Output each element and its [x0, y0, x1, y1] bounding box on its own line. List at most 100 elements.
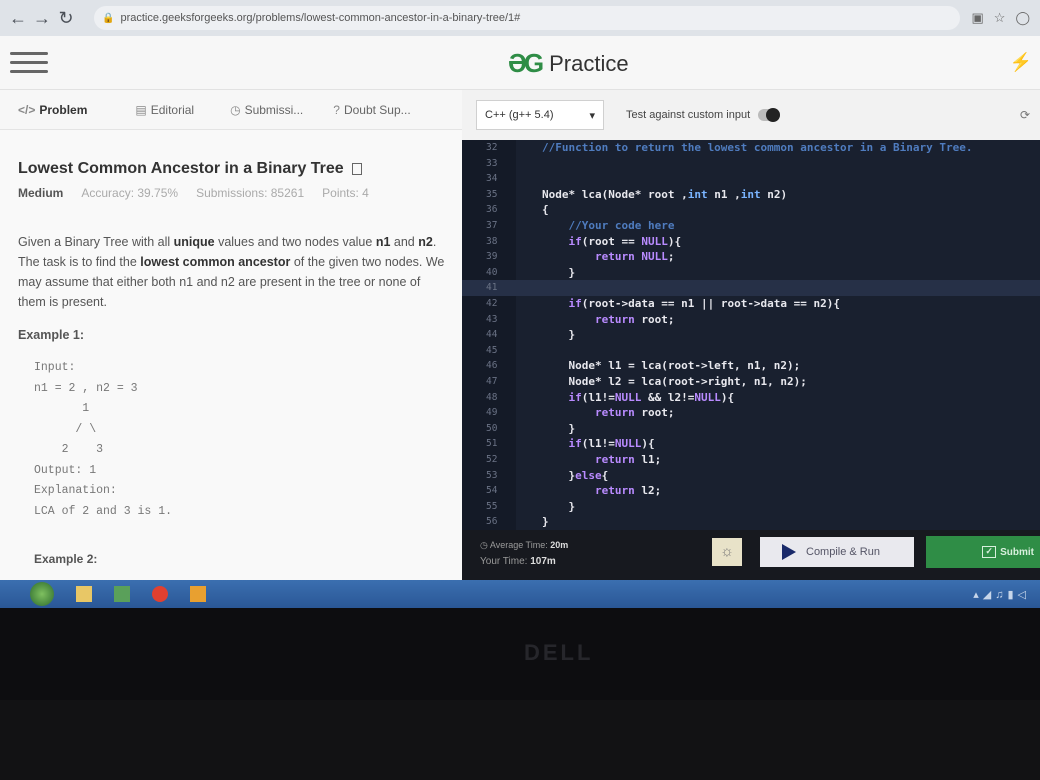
- language-select[interactable]: C++ (g++ 5.4) ▾: [476, 100, 604, 130]
- example-2-title: Example 2:: [34, 552, 98, 566]
- desc-bold: n1: [375, 235, 391, 249]
- code-line[interactable]: 40 }: [462, 265, 1040, 281]
- problem-meta: Medium Accuracy: 39.75% Submissions: 852…: [18, 186, 446, 200]
- desc-bold: n2: [418, 235, 433, 249]
- line-number: 48: [486, 391, 498, 403]
- code-text: }: [542, 515, 549, 529]
- line-number: 37: [486, 220, 498, 231]
- code-line[interactable]: 44 }: [462, 327, 1040, 343]
- system-tray-icons[interactable]: ▴◢♫▮◁: [973, 588, 1030, 601]
- help-icon: ?: [333, 102, 340, 117]
- menu-icon[interactable]: [10, 46, 48, 79]
- profile-icon[interactable]: ◯: [1015, 10, 1030, 26]
- settings-icon[interactable]: ⟳: [1020, 108, 1030, 122]
- code-line[interactable]: 55 }: [462, 499, 1040, 515]
- compile-run-button[interactable]: Compile & Run: [760, 537, 914, 567]
- code-line[interactable]: 39 return NULL;: [462, 249, 1040, 265]
- line-number: 42: [486, 298, 498, 309]
- theme-toggle-button[interactable]: ☼: [712, 538, 742, 566]
- points: Points: 4: [322, 186, 369, 200]
- submissions-count: Submissions: 85261: [196, 186, 305, 200]
- code-line[interactable]: 34: [462, 171, 1040, 187]
- code-line[interactable]: 37 //Your code here: [462, 218, 1040, 234]
- line-number: 32: [486, 142, 498, 153]
- extension-icon[interactable]: ▣: [971, 10, 983, 26]
- line-number: 52: [486, 454, 498, 465]
- back-icon[interactable]: ←: [6, 8, 30, 29]
- tab-label: Submissi...: [244, 102, 304, 117]
- custom-input-toggle[interactable]: [758, 108, 781, 122]
- accuracy: Accuracy: 39.75%: [81, 186, 179, 200]
- code-text: if(root->data == n1 || root->data == n2)…: [568, 297, 841, 310]
- bookmark-star-icon[interactable]: ☆: [994, 10, 1006, 26]
- submit-button[interactable]: ✓ Submit: [926, 536, 1040, 568]
- chevron-down-icon: ▾: [589, 109, 595, 122]
- code-line[interactable]: 43 return root;: [462, 312, 1040, 328]
- code-line[interactable]: 41: [462, 280, 1040, 297]
- your-time: Your Time: 107m: [480, 556, 556, 567]
- tab-label: Doubt Sup...: [343, 102, 411, 117]
- line-number: 46: [486, 360, 498, 372]
- forward-icon[interactable]: →: [30, 8, 54, 29]
- code-text: if(l1!=NULL){: [568, 437, 655, 451]
- avg-value: 20m: [550, 540, 569, 550]
- tab-editorial[interactable]: ▤ Editorial: [135, 103, 194, 117]
- brand[interactable]: ƏG Practice: [508, 48, 629, 79]
- brand-name: Practice: [549, 50, 629, 76]
- tab-problem[interactable]: </> Problem: [18, 103, 87, 117]
- code-line[interactable]: 35 Node* lca(Node* root ,int n1 ,int n2): [462, 187, 1040, 203]
- reload-icon[interactable]: ↻: [54, 8, 78, 29]
- tab-submissions[interactable]: ◷ Submissi...: [230, 103, 303, 117]
- code-icon: </>: [18, 102, 36, 117]
- code-line[interactable]: 46 Node* l1 = lca(root->left, n1, n2);: [462, 358, 1040, 374]
- line-number: 39: [486, 251, 498, 263]
- submit-label: Submit: [1000, 546, 1034, 558]
- code-line[interactable]: 49 return root;: [462, 405, 1040, 421]
- code-editor[interactable]: 32 //Function to return the lowest common…: [462, 140, 1040, 530]
- bookmark-icon[interactable]: [351, 163, 362, 175]
- code-line[interactable]: 33: [462, 156, 1040, 172]
- problem-tabs: </> Problem ▤ Editorial ◷ Submissi... ? Doub…: [0, 90, 462, 130]
- desc-text: and: [390, 235, 419, 249]
- code-line[interactable]: 48 if(l1!=NULL && l2!=NULL){: [462, 390, 1040, 406]
- line-number: 33: [486, 157, 498, 169]
- media-icon[interactable]: [114, 586, 130, 602]
- monitor-logo: DELL: [524, 640, 594, 665]
- code-line[interactable]: 52 return l1;: [462, 452, 1040, 468]
- custom-input-label: Test against custom input: [626, 109, 751, 121]
- language-value: C++ (g++ 5.4): [485, 109, 554, 121]
- code-line[interactable]: 36 {: [462, 202, 1040, 218]
- code-line[interactable]: 50 }: [462, 421, 1040, 437]
- code-line[interactable]: 38 if(root == NULL){: [462, 234, 1040, 250]
- code-line[interactable]: 47 Node* l2 = lca(root->right, n1, n2);: [462, 374, 1040, 390]
- problem-description: Given a Binary Tree with all unique valu…: [18, 232, 446, 312]
- line-number: 41: [486, 282, 498, 294]
- code-text: Node* l2 = lca(root->right, n1, n2);: [542, 375, 807, 388]
- explorer-icon[interactable]: [76, 586, 92, 602]
- difficulty: Medium: [18, 186, 64, 200]
- code-text: }else{: [542, 468, 609, 482]
- chrome-icon[interactable]: [152, 586, 168, 602]
- document-icon: ▤: [135, 102, 147, 117]
- tab-doubt-support[interactable]: ? Doubt Sup...: [333, 103, 410, 117]
- code-line[interactable]: 42 if(root->data == n1 || root->data == …: [462, 296, 1040, 312]
- address-bar[interactable]: 🔒 practice.geeksforgeeks.org/problems/lo…: [94, 6, 960, 30]
- line-number: 47: [486, 376, 498, 387]
- code-line[interactable]: 32 //Function to return the lowest common…: [462, 140, 1040, 156]
- line-number: 35: [486, 188, 498, 200]
- start-button-icon[interactable]: [30, 582, 54, 606]
- line-number: 36: [486, 204, 498, 216]
- line-number: 50: [486, 422, 498, 434]
- line-number: 51: [486, 438, 498, 450]
- app-icon[interactable]: [190, 586, 206, 602]
- code-line[interactable]: 54 return l2;: [462, 483, 1040, 499]
- code-line[interactable]: 45: [462, 343, 1040, 359]
- code-line[interactable]: 53 }else{: [462, 468, 1040, 484]
- code-text: if(l1!=NULL && l2!=NULL){: [568, 390, 735, 404]
- line-number: 53: [486, 469, 498, 481]
- bolt-icon[interactable]: ⚡: [1010, 52, 1032, 73]
- code-line[interactable]: 51 if(l1!=NULL){: [462, 436, 1040, 452]
- editor-footer: ◷ Average Time: 20m Your Time: 107m ☼ Co…: [462, 530, 1040, 580]
- line-number: 40: [486, 266, 498, 278]
- code-line[interactable]: 56}: [462, 514, 1040, 530]
